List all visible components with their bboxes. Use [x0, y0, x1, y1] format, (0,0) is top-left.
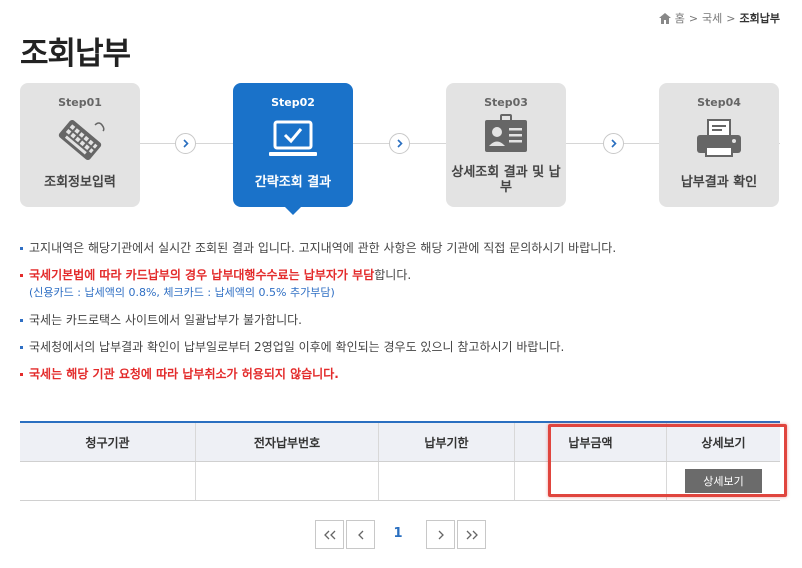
breadcrumb: 홈 > 국세 > 조회납부: [658, 10, 780, 26]
payment-table: 청구기관 전자납부번호 납부기한 납부금액 상세보기 상세보기: [20, 421, 780, 501]
notice-list: 고지내역은 해당기관에서 실시간 조회된 결과 입니다. 고지내역에 관한 사항…: [20, 240, 780, 393]
step-progress: Step01 조회정보입력 Step02 간략조회 결과 Step03 상세조회…: [20, 83, 780, 215]
column-header-payment-no: 전자납부번호: [196, 423, 379, 461]
chevron-right-icon: [389, 133, 410, 154]
step-label: 조회정보입력: [44, 175, 116, 190]
laptop-check-icon: [269, 120, 317, 156]
breadcrumb-current: 조회납부: [739, 12, 780, 25]
double-chevron-left-icon: [323, 530, 335, 539]
breadcrumb-separator: >: [688, 11, 699, 25]
table-row: 상세보기: [20, 462, 780, 501]
active-step-pointer: [285, 207, 301, 215]
current-page-number[interactable]: 1: [388, 526, 408, 541]
table-header-row: 청구기관 전자납부번호 납부기한 납부금액 상세보기: [20, 423, 780, 462]
notice-item-no-cancel: 국세는 해당 기관 요청에 따라 납부취소가 허용되지 않습니다.: [20, 366, 780, 382]
page-title: 조회납부: [20, 36, 131, 72]
step-label: 상세조회 결과 및 납부: [451, 165, 561, 195]
pagination: 1: [0, 520, 802, 550]
card-fee-detail: (신용카드 : 납세액의 0.8%, 체크카드 : 납세액의 0.5% 추가부담…: [29, 286, 335, 299]
chevron-right-icon: [603, 133, 624, 154]
step-4: Step04 납부결과 확인: [659, 83, 779, 207]
keyboard-icon: [58, 119, 105, 161]
step-label: 납부결과 확인: [680, 175, 758, 190]
detail-view-button[interactable]: 상세보기: [685, 469, 762, 493]
column-header-due-date: 납부기한: [379, 423, 515, 461]
id-card-icon: [485, 114, 527, 152]
last-page-button[interactable]: [457, 520, 486, 549]
notice-item: 고지내역은 해당기관에서 실시간 조회된 결과 입니다. 고지내역에 관한 사항…: [20, 240, 780, 256]
step-number: Step01: [58, 96, 102, 109]
next-page-button[interactable]: [426, 520, 455, 549]
printer-icon: [697, 119, 741, 157]
notice-item: 국세는 카드로택스 사이트에서 일괄납부가 불가합니다.: [20, 312, 780, 328]
step-3: Step03 상세조회 결과 및 납부: [446, 83, 566, 207]
notice-item: 국세청에서의 납부결과 확인이 납부일로부터 2영업일 이후에 확인되는 경우도…: [20, 339, 780, 355]
column-header-institution: 청구기관: [20, 423, 196, 461]
first-page-button[interactable]: [315, 520, 344, 549]
breadcrumb-separator: >: [726, 11, 736, 25]
step-1: Step01 조회정보입력: [20, 83, 140, 207]
home-icon[interactable]: [658, 12, 671, 24]
prev-page-button[interactable]: [346, 520, 375, 549]
column-header-detail: 상세보기: [701, 435, 746, 450]
breadcrumb-level1[interactable]: 국세: [702, 10, 722, 26]
cell-amount: [515, 462, 667, 500]
column-header-amount: 납부금액: [515, 423, 667, 461]
card-fee-warning: 국세기본법에 따라 카드납부의 경우 납부대행수수료는 납부자가 부담: [29, 268, 375, 282]
chevron-left-icon: [357, 530, 363, 539]
cell-detail: 상세보기: [667, 462, 780, 500]
chevron-right-icon: [175, 133, 196, 154]
breadcrumb-home[interactable]: 홈: [675, 10, 685, 26]
step-number: Step02: [271, 96, 315, 109]
cell-payment-no: [196, 462, 379, 500]
notice-item-card-fee: 국세기본법에 따라 카드납부의 경우 납부대행수수료는 납부자가 부담합니다. …: [20, 267, 780, 301]
step-number: Step04: [697, 96, 741, 109]
cell-institution: [20, 462, 196, 500]
double-chevron-right-icon: [466, 530, 478, 539]
step-2: Step02 간략조회 결과: [233, 83, 353, 215]
chevron-right-icon: [438, 530, 444, 539]
step-number: Step03: [484, 96, 528, 109]
step-label: 간략조회 결과: [254, 175, 332, 190]
cell-due-date: [379, 462, 515, 500]
